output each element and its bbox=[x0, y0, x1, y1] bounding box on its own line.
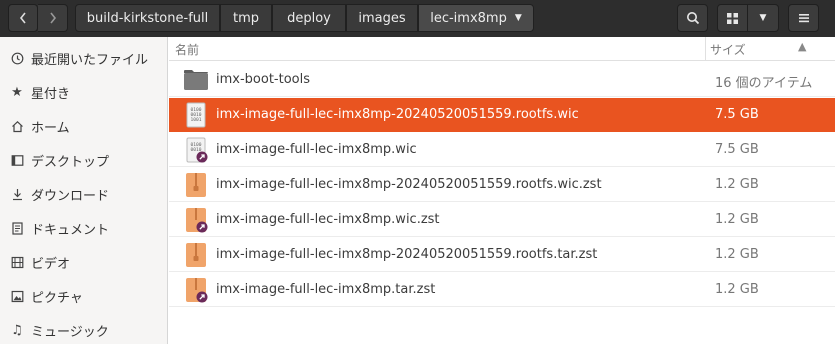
sidebar-item-starred[interactable]: ★ 星付き bbox=[0, 77, 168, 107]
archive-file-link-icon bbox=[186, 278, 208, 303]
sidebar-item-label: ダウンロード bbox=[31, 188, 110, 204]
star-icon: ★ bbox=[11, 84, 23, 100]
back-button[interactable] bbox=[8, 4, 38, 32]
breadcrumb-item-current[interactable]: lec-imx8mp ▼ bbox=[418, 4, 534, 32]
sidebar-item-downloads[interactable]: ダウンロード bbox=[0, 179, 168, 209]
header-bar: build-kirkstone-full tmp deploy images l… bbox=[0, 0, 835, 37]
file-row[interactable]: imx-image-full-lec-imx8mp.wic.zst 1.2 GB bbox=[169, 203, 835, 237]
file-row[interactable]: imx-image-full-lec-imx8mp-20240520051559… bbox=[169, 238, 835, 272]
file-name: imx-image-full-lec-imx8mp.tar.zst bbox=[216, 282, 436, 297]
sidebar-item-label: ホーム bbox=[31, 120, 70, 136]
search-button[interactable] bbox=[677, 4, 708, 32]
file-name: imx-image-full-lec-imx8mp-20240520051559… bbox=[216, 177, 602, 192]
sort-up-icon: ▲ bbox=[798, 40, 807, 53]
desktop-icon bbox=[10, 152, 24, 168]
file-row[interactable]: 0100 0010 imx-image-full-lec-imx8mp.wic … bbox=[169, 133, 835, 167]
archive-file-link-icon bbox=[186, 208, 208, 233]
file-size: 1.2 GB bbox=[715, 212, 759, 227]
music-icon: ♫ bbox=[11, 322, 23, 338]
column-header-name[interactable]: 名前 bbox=[175, 41, 199, 58]
breadcrumb-item[interactable]: build-kirkstone-full bbox=[75, 4, 220, 32]
breadcrumb-item[interactable]: tmp bbox=[220, 4, 272, 32]
video-icon bbox=[10, 254, 24, 270]
column-header-size[interactable]: サイズ bbox=[710, 41, 746, 58]
file-size: 1.2 GB bbox=[715, 282, 759, 297]
sidebar-item-label: 最近開いたファイル bbox=[31, 52, 149, 68]
file-row[interactable]: imx-image-full-lec-imx8mp-20240520051559… bbox=[169, 168, 835, 202]
file-name: imx-image-full-lec-imx8mp.wic bbox=[216, 142, 417, 157]
archive-file-icon bbox=[186, 173, 206, 197]
view-options-button[interactable]: ▼ bbox=[748, 4, 779, 32]
sidebar-item-label: ミュージック bbox=[31, 324, 109, 340]
chevron-down-icon: ▼ bbox=[759, 13, 767, 23]
breadcrumb-label: build-kirkstone-full bbox=[86, 10, 209, 26]
sidebar-item-desktop[interactable]: デスクトップ bbox=[0, 145, 168, 175]
sidebar-item-pictures[interactable]: ピクチャ bbox=[0, 281, 168, 311]
column-header-row: 名前 サイズ ▲ bbox=[169, 37, 835, 61]
sidebar-item-label: 星付き bbox=[31, 86, 71, 102]
file-row[interactable]: imx-image-full-lec-imx8mp.tar.zst 1.2 GB bbox=[169, 273, 835, 307]
folder-icon bbox=[184, 70, 208, 90]
breadcrumb-item[interactable]: deploy bbox=[272, 4, 346, 32]
home-icon bbox=[10, 118, 24, 134]
binary-file-link-icon: 0100 0010 bbox=[186, 137, 208, 163]
file-list: 名前 サイズ ▲ imx-boot-tools 16 個のアイテム 0100 0… bbox=[169, 37, 835, 344]
breadcrumb-label: lec-imx8mp bbox=[430, 10, 507, 26]
hamburger-menu-icon bbox=[798, 14, 809, 23]
chevron-right-icon bbox=[49, 12, 56, 24]
sidebar-item-label: ドキュメント bbox=[31, 222, 110, 238]
file-row-selected[interactable]: 0100 0010 1001 imx-image-full-lec-imx8mp… bbox=[169, 98, 835, 132]
sidebar-item-label: ビデオ bbox=[31, 256, 71, 272]
breadcrumb-label: tmp bbox=[232, 10, 259, 26]
breadcrumb-item[interactable]: images bbox=[346, 4, 418, 32]
file-size: 16 個のアイテム bbox=[715, 76, 813, 91]
main-menu-button[interactable] bbox=[788, 4, 819, 32]
sidebar: 最近開いたファイル ★ 星付き ホーム デスクトップ ダウンロード ドキュメント… bbox=[0, 37, 168, 344]
archive-file-icon bbox=[186, 243, 206, 267]
search-icon bbox=[686, 12, 699, 25]
column-divider bbox=[705, 37, 706, 61]
sidebar-item-home[interactable]: ホーム bbox=[0, 111, 168, 141]
file-size: 1.2 GB bbox=[715, 177, 759, 192]
download-icon bbox=[10, 186, 24, 202]
picture-icon bbox=[10, 288, 24, 304]
file-size: 7.5 GB bbox=[715, 107, 759, 122]
file-name: imx-image-full-lec-imx8mp.wic.zst bbox=[216, 212, 440, 227]
svg-text:1001: 1001 bbox=[190, 117, 201, 123]
document-icon bbox=[10, 220, 24, 236]
chevron-down-icon: ▼ bbox=[514, 13, 522, 23]
file-row[interactable]: imx-boot-tools 16 個のアイテム bbox=[169, 63, 835, 97]
sidebar-item-label: ピクチャ bbox=[31, 290, 83, 306]
sidebar-item-videos[interactable]: ビデオ bbox=[0, 247, 168, 277]
chevron-left-icon bbox=[19, 12, 26, 24]
grid-view-icon bbox=[727, 12, 738, 24]
breadcrumb-label: deploy bbox=[287, 10, 331, 26]
file-name: imx-boot-tools bbox=[216, 72, 310, 87]
sidebar-item-documents[interactable]: ドキュメント bbox=[0, 213, 168, 243]
sidebar-item-label: デスクトップ bbox=[31, 154, 110, 170]
file-name: imx-image-full-lec-imx8mp-20240520051559… bbox=[216, 107, 579, 122]
binary-file-icon: 0100 0010 1001 bbox=[186, 102, 206, 128]
file-name: imx-image-full-lec-imx8mp-20240520051559… bbox=[216, 247, 598, 262]
file-size: 7.5 GB bbox=[715, 142, 759, 157]
view-toggle-button[interactable] bbox=[717, 4, 748, 32]
clock-icon bbox=[10, 50, 24, 66]
file-size: 1.2 GB bbox=[715, 247, 759, 262]
sidebar-item-recent[interactable]: 最近開いたファイル bbox=[0, 43, 168, 73]
sidebar-item-music[interactable]: ♫ ミュージック bbox=[0, 315, 168, 344]
breadcrumb-label: images bbox=[358, 10, 406, 26]
forward-button[interactable] bbox=[38, 4, 68, 32]
